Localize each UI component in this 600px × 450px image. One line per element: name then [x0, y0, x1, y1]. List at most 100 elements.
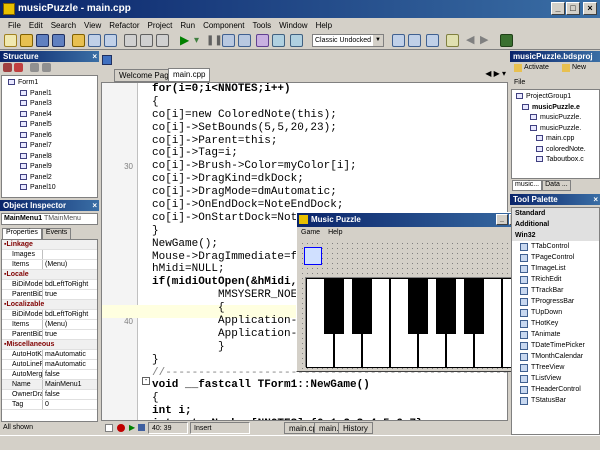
palette-item[interactable]: TDateTimePicker	[512, 340, 599, 351]
tab-data[interactable]: Data ...	[542, 180, 571, 191]
tree-item[interactable]: Panel4	[8, 110, 97, 121]
tab-nav-icons[interactable]: ◀ ▶ ▾	[485, 69, 506, 78]
tree-item[interactable]: Panel8	[8, 152, 97, 163]
open-folder-icon[interactable]	[20, 34, 33, 47]
form-design-surface[interactable]	[300, 241, 534, 369]
form-menu-help[interactable]: Help	[328, 227, 342, 239]
tab-events[interactable]: Events	[41, 228, 72, 239]
menu-item-file[interactable]: File	[4, 21, 25, 30]
code-line[interactable]: co[i]->OnEndDock=NoteEndDock;	[152, 199, 507, 212]
new-file-icon[interactable]	[4, 34, 17, 47]
project-tree-item[interactable]: main.cpp	[516, 134, 599, 145]
code-line[interactable]: co[i]->Brush->Color=myColor[i];	[152, 160, 507, 173]
book-icon[interactable]	[500, 34, 513, 47]
tab-bottom-history[interactable]: History	[338, 422, 373, 434]
form-menu-game[interactable]: Game	[301, 227, 320, 239]
palette-item[interactable]: TProgressBar	[512, 296, 599, 307]
tree-item[interactable]: Panel2	[8, 173, 97, 184]
menu-item-component[interactable]: Component	[199, 21, 248, 30]
run-icon[interactable]: ▶	[180, 34, 193, 47]
maximize-button[interactable]: □	[566, 2, 580, 15]
save-all-icon[interactable]	[52, 34, 65, 47]
add-file-icon[interactable]	[88, 34, 101, 47]
tree-item[interactable]: Panel6	[8, 131, 97, 142]
palette-item[interactable]: TRichEdit	[512, 274, 599, 285]
menu-item-help[interactable]: Help	[312, 21, 336, 30]
view-unit-icon[interactable]	[124, 34, 137, 47]
project-tree-item[interactable]: Taboutbox.c	[516, 155, 599, 166]
code-line[interactable]: int notesNumber[NNOTES]={0,1,2,3,4,5,6,7…	[152, 418, 507, 420]
property-value[interactable]: false	[42, 390, 97, 399]
help-icon[interactable]	[272, 34, 285, 47]
component-icon[interactable]	[290, 34, 303, 47]
tab-properties[interactable]: Properties	[2, 228, 42, 239]
arrow-up-icon[interactable]	[30, 63, 39, 72]
piano-black-key[interactable]	[464, 278, 484, 334]
set-debug-desktop-icon[interactable]	[408, 34, 421, 47]
code-line[interactable]: co[i]->Parent=this;	[152, 135, 507, 148]
property-row[interactable]: Images	[2, 250, 97, 260]
tree-item[interactable]: Panel10	[8, 183, 97, 194]
property-value[interactable]: false	[42, 370, 97, 379]
menu-item-view[interactable]: View	[80, 21, 105, 30]
save-desktop-icon[interactable]	[392, 34, 405, 47]
component-selector[interactable]: MainMenu1 TMainMenu	[1, 213, 98, 225]
property-value[interactable]	[42, 250, 97, 259]
piano-keyboard[interactable]	[305, 277, 530, 368]
code-line[interactable]: {	[152, 96, 507, 109]
close-button[interactable]: ×	[583, 2, 597, 15]
property-value[interactable]: MainMenu1	[42, 380, 97, 389]
menu-item-search[interactable]: Search	[47, 21, 80, 30]
palette-item[interactable]: TPageControl	[512, 252, 599, 263]
property-value[interactable]: true	[42, 330, 97, 339]
step-over-icon[interactable]	[222, 34, 235, 47]
new-button[interactable]: New	[572, 64, 586, 71]
view-form-icon[interactable]	[140, 34, 153, 47]
form-minimize-button[interactable]: _	[496, 214, 508, 225]
property-value[interactable]: bdLeftToRight	[42, 310, 97, 319]
sort-icon[interactable]	[3, 63, 12, 72]
property-value[interactable]: true	[42, 290, 97, 299]
code-line[interactable]: co[i]->Tag=i;	[152, 147, 507, 160]
project-tree-item[interactable]: ProjectGroup1	[516, 92, 599, 103]
project-tree-item[interactable]: musicPuzzle.	[516, 124, 599, 135]
palette-item[interactable]: TMonthCalendar	[512, 351, 599, 362]
pause-icon[interactable]: ❚❚	[206, 34, 223, 47]
menu-item-refactor[interactable]: Refactor	[105, 21, 143, 30]
code-line[interactable]: co[i]=new ColoredNote(this);	[152, 109, 507, 122]
property-category[interactable]: ▪Linkage	[2, 240, 97, 250]
tool-palette-list[interactable]: Standard Additional Win32 TTabControl TPageC…	[511, 207, 600, 435]
palette-item[interactable]: Standard	[512, 208, 599, 219]
property-value[interactable]: 0	[42, 400, 97, 409]
toggle-form-icon[interactable]	[156, 34, 169, 47]
palette-item[interactable]: TAnimate	[512, 329, 599, 340]
project-tree-item[interactable]: musicPuzzle.e	[516, 103, 599, 114]
code-line[interactable]: co[i]->SetBounds(5,5,20,23);	[152, 122, 507, 135]
close-icon[interactable]: ×	[593, 194, 598, 205]
palette-item[interactable]: TStatusBar	[512, 395, 599, 406]
tree-item[interactable]: Panel7	[8, 141, 97, 152]
tree-item-root[interactable]: Form1	[8, 78, 97, 89]
close-icon[interactable]: ×	[92, 51, 97, 62]
project-tree[interactable]: ProjectGroup1 musicPuzzle.e musicPuzzle. mu…	[511, 89, 600, 179]
trace-into-icon[interactable]	[238, 34, 251, 47]
property-value[interactable]: maAutomatic	[42, 360, 97, 369]
property-category[interactable]: ▪Localizable	[2, 300, 97, 310]
property-grid[interactable]: ▪Linkage Images Items (Menu) ▪Locale BiDiMode…	[1, 239, 98, 422]
music-puzzle-form[interactable]: Music Puzzle _ □ × Game Help	[296, 212, 538, 372]
code-line[interactable]: for(i=0;i<NNOTES;i++)	[152, 83, 507, 96]
bookmark-next-icon[interactable]	[446, 34, 459, 47]
close-icon[interactable]: ×	[92, 200, 97, 211]
property-row[interactable]: AutoHotKeymaAutomatic	[2, 350, 97, 360]
property-category[interactable]: ▪Locale	[2, 270, 97, 280]
menu-item-run[interactable]: Run	[176, 21, 199, 30]
activate-button[interactable]: Activate	[524, 64, 549, 71]
form-title-bar[interactable]: Music Puzzle _ □ ×	[297, 213, 537, 227]
piano-black-key[interactable]	[324, 278, 344, 334]
save-icon[interactable]	[36, 34, 49, 47]
palette-item[interactable]: Win32	[512, 230, 599, 241]
property-row[interactable]: Items (Menu)	[2, 260, 97, 270]
project-tree-item[interactable]: coloredNote.	[516, 145, 599, 156]
collapse-toggle-icon[interactable]: -	[142, 377, 150, 385]
menu-item-edit[interactable]: Edit	[25, 21, 47, 30]
